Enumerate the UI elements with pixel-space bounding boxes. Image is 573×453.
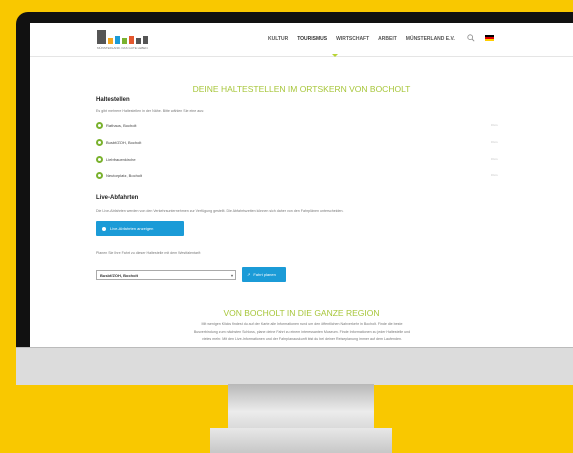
stop-item[interactable]: Busbf/ZOH, Bocholt 0 km bbox=[96, 138, 516, 147]
bus-stop-icon bbox=[96, 139, 103, 146]
stops-intro: Es gibt mehrere Haltestellen in der Nähe… bbox=[96, 109, 205, 113]
route-icon: ↗ bbox=[247, 272, 251, 277]
live-button-label: Live-Abfahrten anzeigen bbox=[110, 226, 154, 231]
stop-name: Rathaus, Bocholt bbox=[106, 123, 137, 128]
stop-distance: 0 km bbox=[491, 157, 498, 161]
stop-item[interactable]: Neutorplatz, Bocholt 0 km bbox=[96, 171, 516, 180]
plan-trip-button[interactable]: ↗ Fahrt planen bbox=[242, 267, 286, 282]
plan-button-label: Fahrt planen bbox=[253, 272, 276, 277]
nav-item-wirtschaft[interactable]: WIRTSCHAFT bbox=[336, 36, 369, 42]
logo-bars bbox=[97, 30, 165, 44]
region-line: Busverbindung zum nächsten Schloss, plan… bbox=[193, 329, 411, 334]
nav-item-kultur[interactable]: KULTUR bbox=[268, 36, 288, 42]
monitor-stand bbox=[228, 384, 374, 430]
bus-stop-icon bbox=[96, 156, 103, 163]
chevron-down-icon: ▾ bbox=[230, 273, 233, 278]
live-departures-button[interactable]: Live-Abfahrten anzeigen bbox=[96, 221, 184, 236]
plan-description: Planen Sie Ihre Fahrt zu dieser Halteste… bbox=[96, 251, 201, 255]
nav-item-muensterland-ev[interactable]: MÜNSTERLAND E.V. bbox=[406, 36, 455, 42]
stop-item[interactable]: Liebfrauenkirche 0 km bbox=[96, 155, 516, 164]
stop-select-value: Busbf/ZOH, Bocholt bbox=[100, 273, 138, 278]
site-header: MÜNSTERLAND. DAS GUTE LEBEN. KULTUR TOUR… bbox=[30, 23, 573, 57]
nav-item-tourismus[interactable]: TOURISMUS bbox=[297, 36, 327, 42]
stop-distance: 0 km bbox=[491, 140, 498, 144]
stops-title: Haltestellen bbox=[96, 97, 130, 103]
stop-name: Liebfrauenkirche bbox=[106, 157, 136, 162]
site-logo[interactable]: MÜNSTERLAND. DAS GUTE LEBEN. bbox=[97, 30, 165, 52]
nav-item-arbeit[interactable]: ARBEIT bbox=[378, 36, 397, 42]
search-icon[interactable] bbox=[467, 34, 475, 42]
stop-distance: 0 km bbox=[491, 123, 498, 127]
page-title: DEINE HALTESTELLEN IM ORTSKERN VON BOCHO… bbox=[192, 84, 411, 94]
active-nav-indicator bbox=[332, 54, 338, 57]
live-icon bbox=[102, 226, 106, 231]
monitor-foot bbox=[210, 428, 392, 453]
bus-stop-icon bbox=[96, 172, 103, 179]
main-nav: KULTUR TOURISMUS WIRTSCHAFT ARBEIT MÜNST… bbox=[268, 36, 455, 42]
stop-select[interactable]: Busbf/ZOH, Bocholt ▾ bbox=[96, 270, 236, 280]
stop-distance: 0 km bbox=[491, 173, 498, 177]
live-title: Live-Abfahrten bbox=[96, 195, 139, 201]
stop-name: Busbf/ZOH, Bocholt bbox=[106, 140, 142, 145]
browser-screen: MÜNSTERLAND. DAS GUTE LEBEN. KULTUR TOUR… bbox=[30, 23, 573, 349]
live-description: Die Live-Abfahrten werden von den Verkeh… bbox=[96, 209, 344, 213]
stop-name: Neutorplatz, Bocholt bbox=[106, 173, 143, 178]
region-line: Mit wenigen Klicks findest du auf der Ka… bbox=[201, 322, 403, 326]
monitor-chin bbox=[16, 347, 573, 385]
region-heading: VON BOCHOLT IN DIE GANZE REGION bbox=[223, 308, 380, 318]
stop-item[interactable]: Rathaus, Bocholt 0 km bbox=[96, 121, 516, 130]
region-line: vieles mehr. Mit den Live-Informationen … bbox=[202, 337, 402, 341]
logo-tagline: MÜNSTERLAND. DAS GUTE LEBEN. bbox=[97, 46, 149, 50]
bus-stop-icon bbox=[96, 122, 103, 129]
german-flag-icon[interactable] bbox=[485, 35, 494, 41]
region-paragraph: Mit wenigen Klicks findest du auf der Ka… bbox=[142, 321, 462, 344]
monitor-frame: MÜNSTERLAND. DAS GUTE LEBEN. KULTUR TOUR… bbox=[16, 12, 573, 362]
